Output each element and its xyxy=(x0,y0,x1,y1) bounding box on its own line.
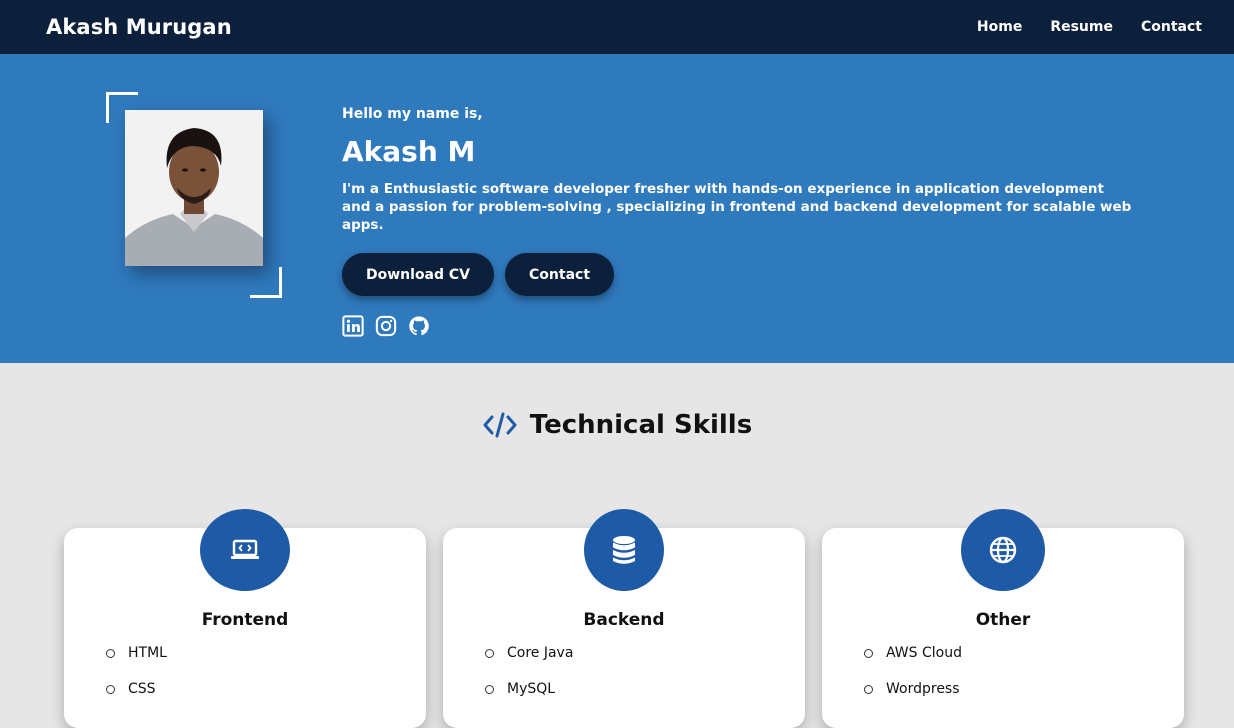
skill-name: AWS Cloud xyxy=(886,645,962,661)
list-item: AWS Cloud xyxy=(864,644,962,662)
hero-description: I'm a Enthusiastic software developer fr… xyxy=(342,181,1132,233)
hero-section: Hello my name is, Akash M I'm a Enthusia… xyxy=(0,54,1234,363)
card-title-frontend: Frontend xyxy=(201,610,289,630)
bullet-icon xyxy=(864,684,873,694)
database-icon xyxy=(584,509,664,591)
bullet-icon xyxy=(106,684,115,694)
card-title-other: Other xyxy=(975,610,1031,630)
nav-link-contact[interactable]: Contact xyxy=(1141,19,1202,35)
contact-button[interactable]: Contact xyxy=(505,253,615,296)
profile-photo xyxy=(125,110,263,266)
backend-skill-list: Core Java MySQL xyxy=(485,644,573,716)
profile-portrait-illustration xyxy=(125,110,263,266)
frontend-skill-list: HTML CSS xyxy=(106,644,167,716)
nav-link-home[interactable]: Home xyxy=(977,19,1022,35)
skills-title: Technical Skills xyxy=(529,410,753,440)
hero-buttons: Download CV Contact xyxy=(342,253,1142,296)
list-item: Wordpress xyxy=(864,680,962,698)
bullet-icon xyxy=(106,648,115,658)
code-icon xyxy=(483,412,517,438)
frame-corner-bottom-right xyxy=(250,267,282,298)
brand-name[interactable]: Akash Murugan xyxy=(46,15,232,39)
instagram-icon[interactable] xyxy=(375,315,397,337)
greeting-text: Hello my name is, xyxy=(342,106,483,122)
skills-heading: Technical Skills xyxy=(0,410,1234,440)
list-item: CSS xyxy=(106,680,167,698)
bullet-icon xyxy=(485,684,494,694)
other-skill-list: AWS Cloud Wordpress xyxy=(864,644,962,716)
skill-name: HTML xyxy=(128,645,167,661)
list-item: Core Java xyxy=(485,644,573,662)
skill-card-backend: Backend Core Java MySQL xyxy=(443,509,805,728)
download-cv-button[interactable]: Download CV xyxy=(342,253,495,296)
laptop-code-icon xyxy=(200,509,290,591)
card-title-backend: Backend xyxy=(583,610,665,630)
linkedin-icon[interactable] xyxy=(342,315,364,337)
list-item: MySQL xyxy=(485,680,573,698)
skill-name: Core Java xyxy=(507,645,574,661)
bullet-icon xyxy=(864,648,873,658)
globe-icon xyxy=(961,509,1045,591)
nav-link-resume[interactable]: Resume xyxy=(1050,19,1113,35)
list-item: HTML xyxy=(106,644,167,662)
skill-card-other: Other AWS Cloud Wordpress xyxy=(822,509,1184,728)
navbar: Akash Murugan Home Resume Contact xyxy=(0,0,1234,54)
nav-links: Home Resume Contact xyxy=(977,19,1202,35)
github-icon[interactable] xyxy=(408,315,430,337)
bullet-icon xyxy=(485,648,494,658)
profile-photo-frame xyxy=(106,92,282,298)
skill-card-frontend: Frontend HTML CSS xyxy=(64,509,426,728)
social-links xyxy=(342,315,1142,337)
hero-name: Akash M xyxy=(342,135,476,168)
intro-block: Hello my name is, Akash M I'm a Enthusia… xyxy=(342,106,1142,337)
